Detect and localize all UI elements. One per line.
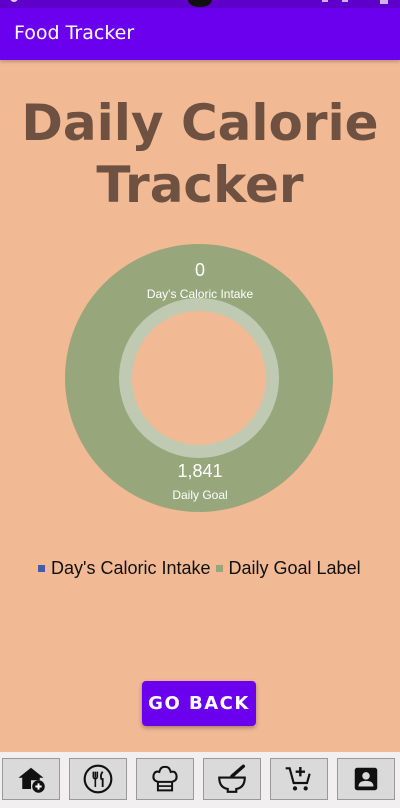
donut-hole xyxy=(132,311,266,445)
legend-swatch-intake xyxy=(38,565,45,572)
legend-item-goal: Daily Goal Label xyxy=(215,558,366,579)
home-add-icon xyxy=(18,767,45,793)
chef-hat-icon xyxy=(152,765,178,792)
add-cart-icon xyxy=(285,767,311,791)
intake-label: Day's Caloric Intake xyxy=(146,287,254,301)
legend-item-intake: Day's Caloric Intake xyxy=(38,558,216,579)
status-icon xyxy=(322,0,328,2)
app-title: Food Tracker xyxy=(14,22,135,44)
legend-label-goal: Daily Goal Label xyxy=(228,558,361,578)
battery-icon xyxy=(380,0,388,4)
legend-swatch-goal xyxy=(215,565,223,572)
app-bar: Food Tracker xyxy=(0,8,400,60)
status-icon xyxy=(10,0,18,2)
nav-mortar-button[interactable] xyxy=(203,758,261,800)
go-back-button[interactable]: GO BACK xyxy=(142,681,256,726)
status-bar xyxy=(0,0,400,8)
nav-home-add-button[interactable] xyxy=(2,758,60,800)
nav-restaurant-button[interactable] xyxy=(69,758,127,800)
nav-account-button[interactable] xyxy=(337,758,395,800)
nav-add-cart-button[interactable] xyxy=(270,758,328,800)
camera-cutout xyxy=(188,0,212,7)
restaurant-icon xyxy=(83,764,113,794)
goal-label: Daily Goal xyxy=(172,488,228,502)
account-box-icon xyxy=(354,767,378,791)
legend-label-intake: Day's Caloric Intake xyxy=(51,558,211,578)
nav-chef-button[interactable] xyxy=(136,758,194,800)
intake-value: 0 xyxy=(194,260,205,280)
page-title: Daily Calorie Tracker xyxy=(21,94,379,214)
status-icon xyxy=(342,0,348,2)
bottom-navigation xyxy=(0,752,400,808)
goal-value: 1,841 xyxy=(177,461,223,481)
chart-legend: Day's Caloric Intake Daily Goal Label xyxy=(38,558,366,579)
mortar-pestle-icon xyxy=(218,764,246,793)
